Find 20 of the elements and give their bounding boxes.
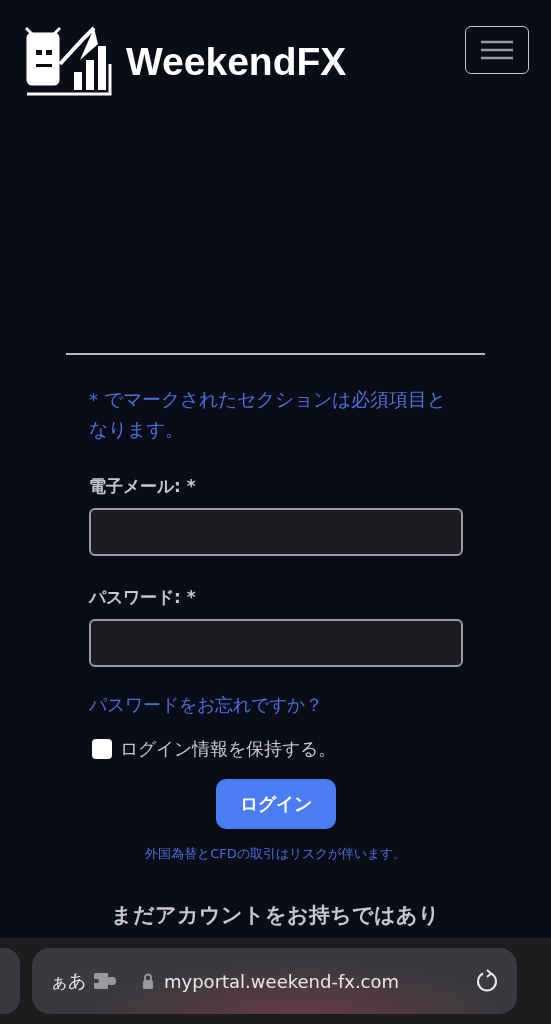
field-label: 電子メール: * <box>89 474 197 498</box>
menu-button[interactable] <box>465 26 529 74</box>
login-button[interactable]: ログイン <box>215 778 336 829</box>
puzzle-icon[interactable] <box>94 973 116 989</box>
address-bar[interactable]: ぁあ myportal.weekend-fx.com <box>32 948 517 1014</box>
menu-icon <box>481 40 513 60</box>
remember-label: ログイン情報を保持する。 <box>120 737 336 761</box>
required-note: * でマークされたセクションは必須項目となります。 <box>89 387 448 442</box>
field-label: パスワード: * <box>89 585 197 609</box>
brand-name: WeekendFX <box>126 40 348 84</box>
risk-notice: 外国為替とCFDの取引はリスクが伴います。 <box>144 844 407 863</box>
forgot-password-link[interactable]: パスワードをお忘れですか？ <box>89 692 462 717</box>
signup-heading: まだアカウントをお持ちではあり <box>110 901 441 929</box>
checkbox[interactable] <box>92 738 112 759</box>
input-field[interactable] <box>89 618 463 667</box>
reload-icon[interactable] <box>475 969 499 993</box>
input-field[interactable] <box>89 507 463 556</box>
url-text: myportal.weekend-fx.com <box>164 970 401 992</box>
lock-icon <box>142 973 154 989</box>
text-size-button[interactable]: ぁあ <box>50 969 86 993</box>
